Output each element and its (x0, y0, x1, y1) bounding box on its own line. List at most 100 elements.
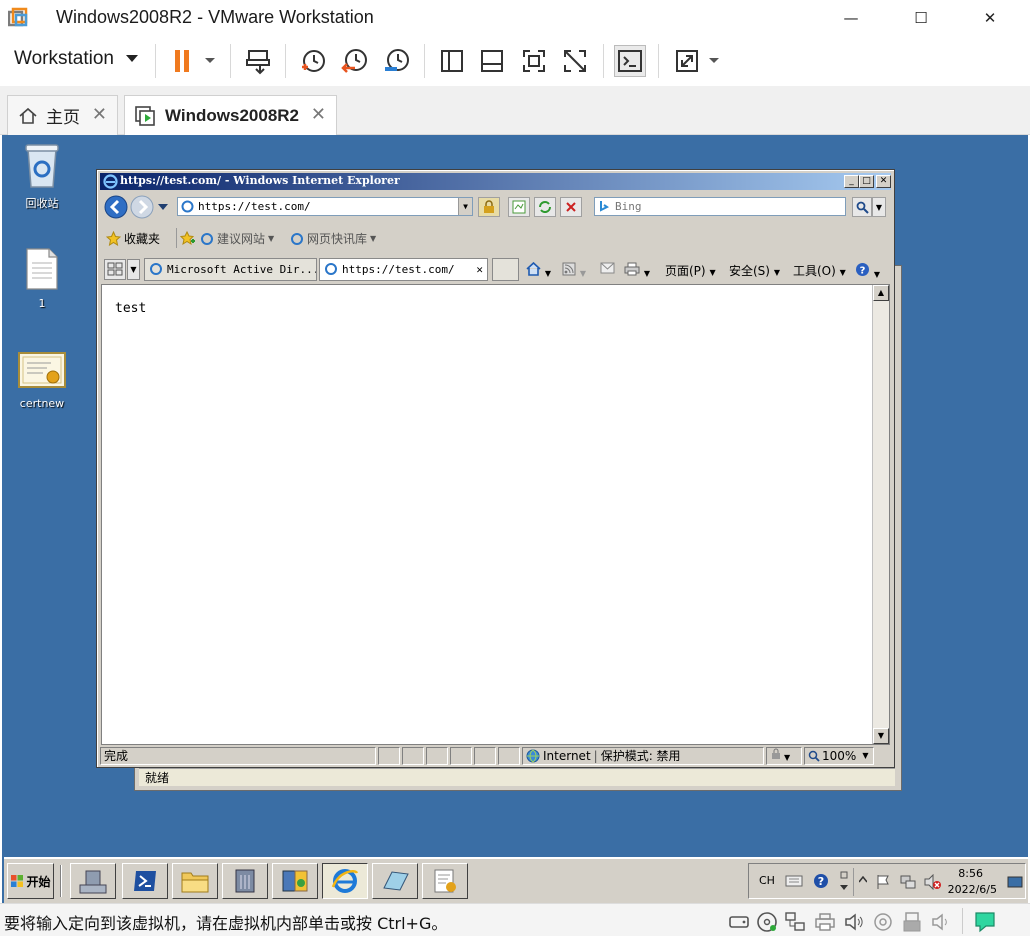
taskbar-certificate-mmc[interactable] (422, 863, 468, 899)
scroll-up-button[interactable]: ▲ (873, 285, 889, 301)
tab-windows2008r2[interactable]: Windows2008R2 ✕ (124, 95, 337, 135)
taskbar-admin-tools[interactable] (222, 863, 268, 899)
volume-muted-icon[interactable] (923, 874, 941, 890)
feeds-button[interactable]: ▼ (562, 262, 586, 279)
help-menu[interactable]: ? ▼ (855, 262, 880, 280)
print-button[interactable]: ▼ (624, 262, 650, 279)
unity-button[interactable] (559, 45, 591, 77)
page-menu[interactable]: 页面(P) ▼ (665, 262, 716, 279)
popup-blocker-button[interactable]: ▼ (766, 747, 802, 765)
speaker-icon[interactable] (930, 911, 952, 933)
compatibility-view-button[interactable] (508, 197, 530, 217)
taskbar-powershell[interactable] (122, 863, 168, 899)
chevron-down-icon[interactable] (204, 53, 216, 67)
notepad-icon (383, 871, 409, 891)
safety-menu[interactable]: 安全(S) ▼ (729, 262, 780, 279)
help-icon[interactable]: ? (813, 873, 829, 889)
address-text: https://test.com/ (198, 200, 311, 213)
cd-dvd-icon[interactable] (756, 911, 778, 933)
ie-maximize-button[interactable]: □ (859, 175, 874, 188)
chevron-down-icon[interactable] (158, 204, 168, 211)
taskbar-ie[interactable] (322, 863, 368, 899)
console-icon (618, 50, 642, 72)
desktop-icon-certificate[interactable]: certnew (10, 351, 74, 410)
stop-button[interactable] (560, 197, 582, 217)
search-input[interactable]: Bing (594, 197, 846, 216)
suggested-sites-label: 建议网站 (217, 232, 266, 246)
stretch-guest-button[interactable] (671, 45, 703, 77)
security-zone[interactable]: Internet | 保护模式: 禁用 (522, 747, 764, 765)
camera-icon[interactable] (872, 911, 894, 933)
ie-status-bar: 完成 Internet | 保护模式: 禁用 ▼ 100% ▼ (100, 747, 891, 766)
refresh-button[interactable] (534, 197, 556, 217)
read-mail-button[interactable] (600, 262, 615, 277)
input-language-indicator[interactable]: CH (759, 874, 775, 887)
revert-snapshot-button[interactable] (339, 45, 371, 77)
workstation-menu[interactable]: Workstation (14, 48, 138, 70)
zoom-button[interactable]: 100% ▼ (804, 747, 874, 765)
ime-options-icon[interactable] (839, 869, 849, 895)
ie-tab-test[interactable]: https://test.com/ ✕ (319, 258, 488, 281)
tab-list-button[interactable]: ▼ (127, 259, 140, 280)
desktop-icon-recycle-bin[interactable]: 回收站 (10, 143, 74, 211)
pause-button[interactable] (166, 45, 198, 77)
taskbar-explorer[interactable] (172, 863, 218, 899)
desktop-icon-text-file[interactable]: 1 (10, 247, 74, 310)
vertical-scrollbar[interactable]: ▲ ▼ (872, 285, 889, 744)
taskbar-notepad[interactable] (372, 863, 418, 899)
show-library-button[interactable] (436, 45, 468, 77)
maximize-button[interactable]: ☐ (906, 6, 936, 30)
clock-date[interactable]: 2022/6/5 (948, 883, 997, 896)
address-input[interactable]: https://test.com/ ▼ (177, 197, 473, 216)
ie-window[interactable]: https://test.com/ - Windows Internet Exp… (96, 169, 895, 768)
ie-close-button[interactable]: ✕ (876, 175, 891, 188)
network-adapter-icon[interactable] (784, 911, 806, 933)
address-dropdown[interactable]: ▼ (458, 198, 472, 215)
keyboard-icon[interactable] (785, 874, 803, 888)
home-button[interactable]: ▼ (526, 261, 551, 279)
scroll-down-button[interactable]: ▼ (873, 728, 889, 744)
usb-device-icon[interactable] (901, 911, 923, 933)
thumbnail-bar-button[interactable] (476, 45, 508, 77)
suggested-sites-link[interactable]: 建议网站 ▼ (200, 230, 274, 247)
console-view-button[interactable] (614, 45, 646, 77)
ie-tab-ad[interactable]: Microsoft Active Dir... (144, 258, 317, 281)
send-ctrl-alt-del-button[interactable] (242, 45, 274, 77)
sound-icon[interactable] (843, 911, 865, 933)
chevron-down-icon[interactable] (708, 53, 720, 67)
new-tab-button[interactable] (492, 258, 519, 281)
back-icon[interactable] (104, 195, 128, 219)
forward-icon[interactable] (130, 195, 154, 219)
taskbar-server-manager[interactable] (70, 863, 116, 899)
network-icon[interactable] (899, 874, 917, 890)
take-snapshot-button[interactable] (297, 45, 329, 77)
tab-home[interactable]: 主页 ✕ (7, 95, 118, 135)
search-options-button[interactable]: ▼ (872, 197, 886, 217)
favorites-button[interactable]: 收藏夹 (106, 230, 160, 247)
quick-tabs-button[interactable] (104, 259, 126, 280)
guest-desktop[interactable]: 回收站 1 certnew 就绪 https://test.com/ - Win… (2, 135, 1028, 903)
ie-page-content[interactable]: test ▲ ▼ (101, 284, 890, 745)
start-button[interactable]: 开始 (7, 863, 54, 899)
tab-vm-close-button[interactable]: ✕ (311, 104, 326, 125)
add-favorite-icon[interactable] (180, 231, 196, 246)
message-log-icon[interactable] (974, 911, 996, 933)
close-button[interactable]: ✕ (975, 6, 1005, 30)
printer-icon[interactable] (814, 911, 836, 933)
web-slice-gallery-link[interactable]: 网页快讯库 ▼ (290, 230, 376, 247)
chevron-up-icon[interactable] (859, 876, 867, 884)
ie-minimize-button[interactable]: _ (844, 175, 859, 188)
show-desktop-icon[interactable] (1007, 876, 1023, 888)
hard-disk-icon[interactable] (728, 911, 750, 933)
taskbar-certsrv[interactable] (272, 863, 318, 899)
ie-tab-close-button[interactable]: ✕ (476, 259, 483, 280)
search-button[interactable] (852, 197, 872, 217)
full-screen-button[interactable] (518, 45, 550, 77)
tools-menu[interactable]: 工具(O) ▼ (793, 262, 846, 279)
security-report-button[interactable] (478, 197, 500, 217)
flag-icon[interactable] (875, 874, 891, 890)
snapshot-manager-button[interactable] (381, 45, 413, 77)
clock-time[interactable]: 8:56 (958, 867, 983, 880)
minimize-button[interactable]: — (836, 6, 866, 30)
tab-home-close-button[interactable]: ✕ (92, 104, 107, 125)
